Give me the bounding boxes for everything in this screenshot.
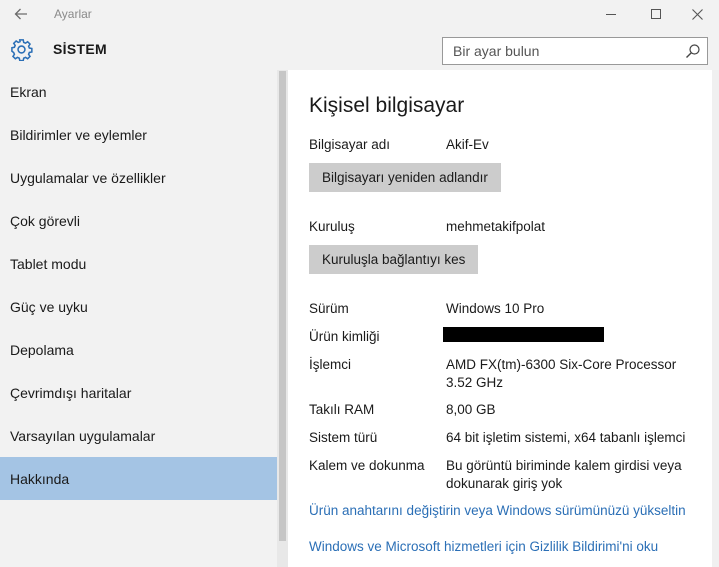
edition-value: Windows 10 Pro [446,301,545,316]
sidebar-item-tablet-mode[interactable]: Tablet modu [0,242,277,285]
minimize-icon [605,13,616,15]
edition-label: Sürüm [309,301,349,316]
maximize-icon [650,8,661,19]
pen-touch-value-line2: dokunarak giriş yok [446,476,563,491]
close-button[interactable] [675,0,719,28]
sidebar-item-about[interactable]: Hakkında [0,457,277,500]
back-button[interactable] [6,2,36,26]
settings-header: SİSTEM [0,28,719,70]
main-content: Kişisel bilgisayar Bilgisayar adı Akif-E… [288,70,719,567]
system-type-value: 64 bit işletim sistemi, x64 tabanlı işle… [446,430,686,445]
processor-value-line1: AMD FX(tm)-6300 Six-Core Processor [446,357,677,372]
gear-icon [11,39,33,61]
pc-name-label: Bilgisayar adı [309,137,391,152]
sidebar-item-default-apps[interactable]: Varsayılan uygulamalar [0,414,277,457]
processor-value-line2: 3.52 GHz [446,375,504,390]
system-type-label: Sistem türü [309,430,378,445]
page-title: Kişisel bilgisayar [309,94,465,117]
app-title: Ayarlar [54,7,92,21]
sidebar-item-multitasking[interactable]: Çok görevli [0,199,277,242]
sidebar-item-storage[interactable]: Depolama [0,328,277,371]
org-value: mehmetakifpolat [446,219,546,234]
rename-pc-button[interactable]: Bilgisayarı yeniden adlandır [309,163,501,192]
sidebar: Ekran Bildirimler ve eylemler Uygulamala… [0,70,288,567]
ram-value: 8,00 GB [446,402,496,417]
pc-name-value: Akif-Ev [446,137,489,152]
maximize-button[interactable] [634,0,678,28]
main-scrollbar[interactable] [712,70,719,567]
product-id-label: Ürün kimliği [309,329,380,344]
pen-touch-value-line1: Bu görüntü biriminde kalem girdisi veya [446,458,682,473]
search-box[interactable] [442,37,708,65]
ram-label: Takılı RAM [309,402,375,417]
privacy-statement-link[interactable]: Windows ve Microsoft hizmetleri için Giz… [309,539,658,554]
product-id-redacted [443,327,604,342]
org-label: Kuruluş [309,219,355,234]
search-input[interactable] [443,38,679,64]
close-icon [691,8,703,20]
sidebar-nav: Ekran Bildirimler ve eylemler Uygulamala… [0,70,277,500]
back-arrow-icon [14,8,27,20]
section-title: SİSTEM [53,41,107,57]
sidebar-item-power-sleep[interactable]: Güç ve uyku [0,285,277,328]
sidebar-item-apps-features[interactable]: Uygulamalar ve özellikler [0,156,277,199]
sidebar-scrollbar-thumb[interactable] [279,71,286,541]
disconnect-org-button[interactable]: Kuruluşla bağlantıyı kes [309,245,479,274]
sidebar-item-notifications[interactable]: Bildirimler ve eylemler [0,113,277,156]
sidebar-item-offline-maps[interactable]: Çevrimdışı haritalar [0,371,277,414]
processor-label: İşlemci [309,357,352,372]
upgrade-edition-link[interactable]: Ürün anahtarını değiştirin veya Windows … [309,503,686,518]
pen-touch-label: Kalem ve dokunma [309,458,425,473]
search-icon[interactable] [685,43,701,59]
minimize-button[interactable] [589,0,633,28]
sidebar-item-ekran[interactable]: Ekran [0,70,277,113]
title-bar: Ayarlar [0,0,719,28]
